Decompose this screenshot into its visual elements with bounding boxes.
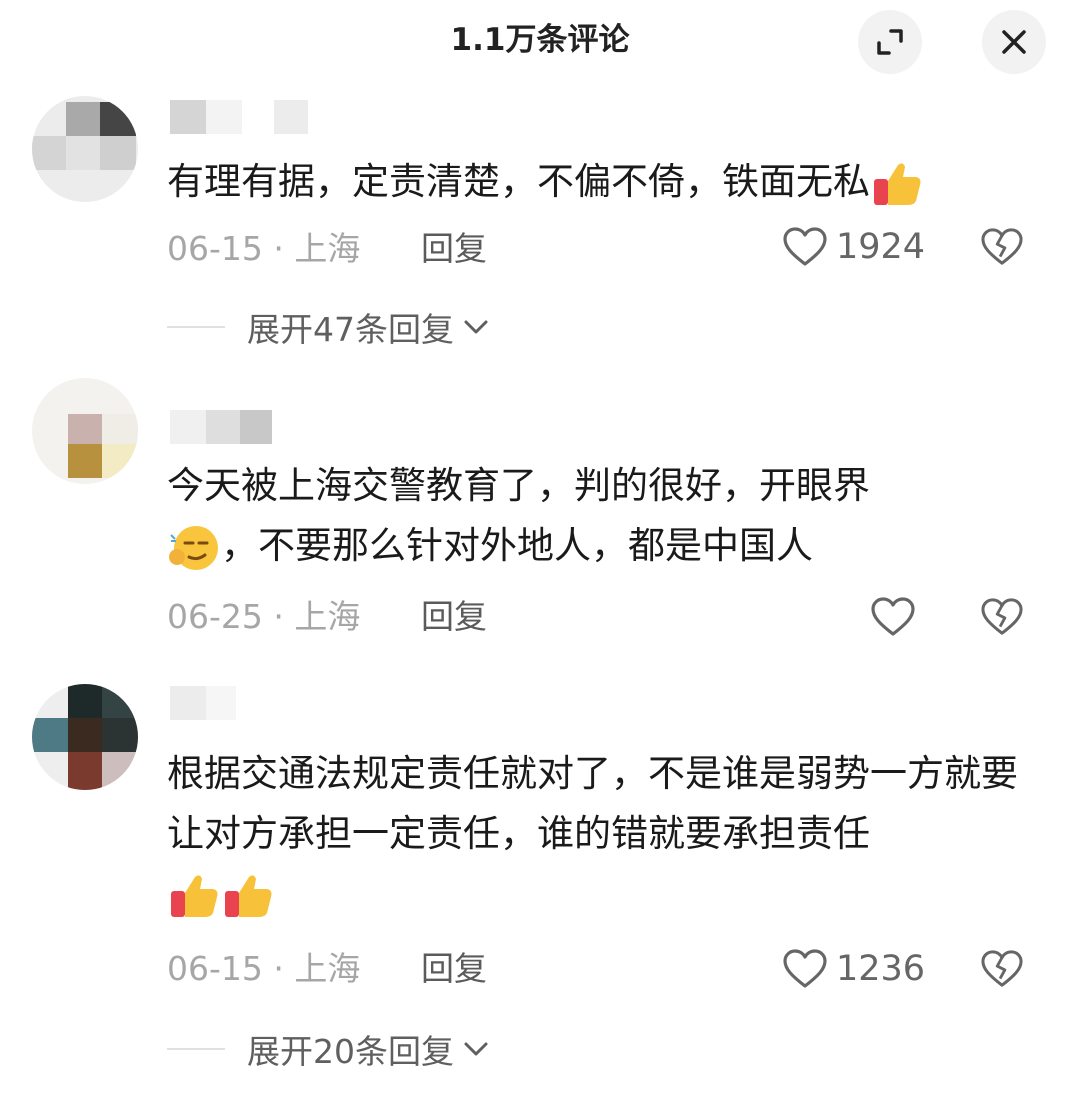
heart-icon	[783, 949, 827, 988]
divider-line	[167, 326, 225, 328]
comment-text-line1: 今天被上海交警教育了，判的很好，开眼界	[167, 464, 870, 507]
expand-replies-button[interactable]: 展开47条回复	[167, 304, 490, 350]
heart-icon	[783, 227, 827, 266]
avatar[interactable]	[32, 378, 138, 484]
comment-meta: 06-15 · 上海 回复	[167, 226, 487, 272]
like-button[interactable]: 1236	[782, 946, 925, 992]
heart-icon	[871, 597, 915, 636]
reply-button[interactable]: 回复	[421, 946, 487, 992]
close-icon	[1002, 30, 1026, 54]
smirk-face-emoji-icon	[169, 525, 218, 570]
broken-heart-icon	[981, 598, 1023, 635]
comment-date: 06-15 · 上海	[167, 949, 361, 988]
dislike-button[interactable]	[978, 594, 1026, 640]
like-count: 1924	[836, 227, 926, 267]
broken-heart-icon	[981, 950, 1023, 987]
broken-heart-icon	[981, 228, 1023, 265]
comment-date: 06-25 · 上海	[167, 597, 361, 636]
comments-header: 1.1万条评论	[0, 0, 1080, 80]
like-button[interactable]	[870, 594, 916, 640]
chevron-down-icon	[464, 1042, 488, 1056]
chevron-down-icon	[464, 320, 488, 334]
comment-text: 有理有据，定责清楚，不偏不倚，铁面无私	[167, 152, 1047, 212]
expand-icon	[877, 29, 903, 55]
avatar[interactable]	[32, 96, 138, 202]
like-button[interactable]: 1924	[782, 224, 925, 270]
like-count: 1236	[836, 949, 926, 989]
divider-line	[167, 1048, 225, 1050]
comment-text-line2: ，不要那么针对外地人，都是中国人	[221, 524, 813, 567]
close-button[interactable]	[982, 10, 1046, 74]
thumbs-up-emoji-icon	[225, 874, 272, 917]
comment-text: 今天被上海交警教育了，判的很好，开眼界 ，不要那么针对外地人，都是中国人	[167, 456, 1047, 576]
dislike-button[interactable]	[978, 946, 1026, 992]
thumbs-up-emoji-icon	[874, 162, 921, 205]
comment-meta: 06-25 · 上海 回复	[167, 594, 487, 640]
expand-replies-button[interactable]: 展开20条回复	[167, 1026, 490, 1072]
comment-text-body: 根据交通法规定责任就对了，不是谁是弱势一方就要让对方承担一定责任，谁的错就要承担…	[167, 752, 1018, 855]
comment-text: 根据交通法规定责任就对了，不是谁是弱势一方就要让对方承担一定责任，谁的错就要承担…	[167, 744, 1037, 924]
comment-date: 06-15 · 上海	[167, 229, 361, 268]
dislike-button[interactable]	[978, 224, 1026, 270]
expand-replies-label: 展开20条回复	[247, 1032, 454, 1071]
reply-button[interactable]: 回复	[421, 594, 487, 640]
thumbs-up-emoji-icon	[171, 874, 218, 917]
avatar[interactable]	[32, 684, 138, 790]
expand-replies-label: 展开47条回复	[247, 310, 454, 349]
expand-button[interactable]	[858, 10, 922, 74]
comment-text-body: 有理有据，定责清楚，不偏不倚，铁面无私	[167, 160, 870, 203]
comment-meta: 06-15 · 上海 回复	[167, 946, 487, 992]
reply-button[interactable]: 回复	[421, 226, 487, 272]
